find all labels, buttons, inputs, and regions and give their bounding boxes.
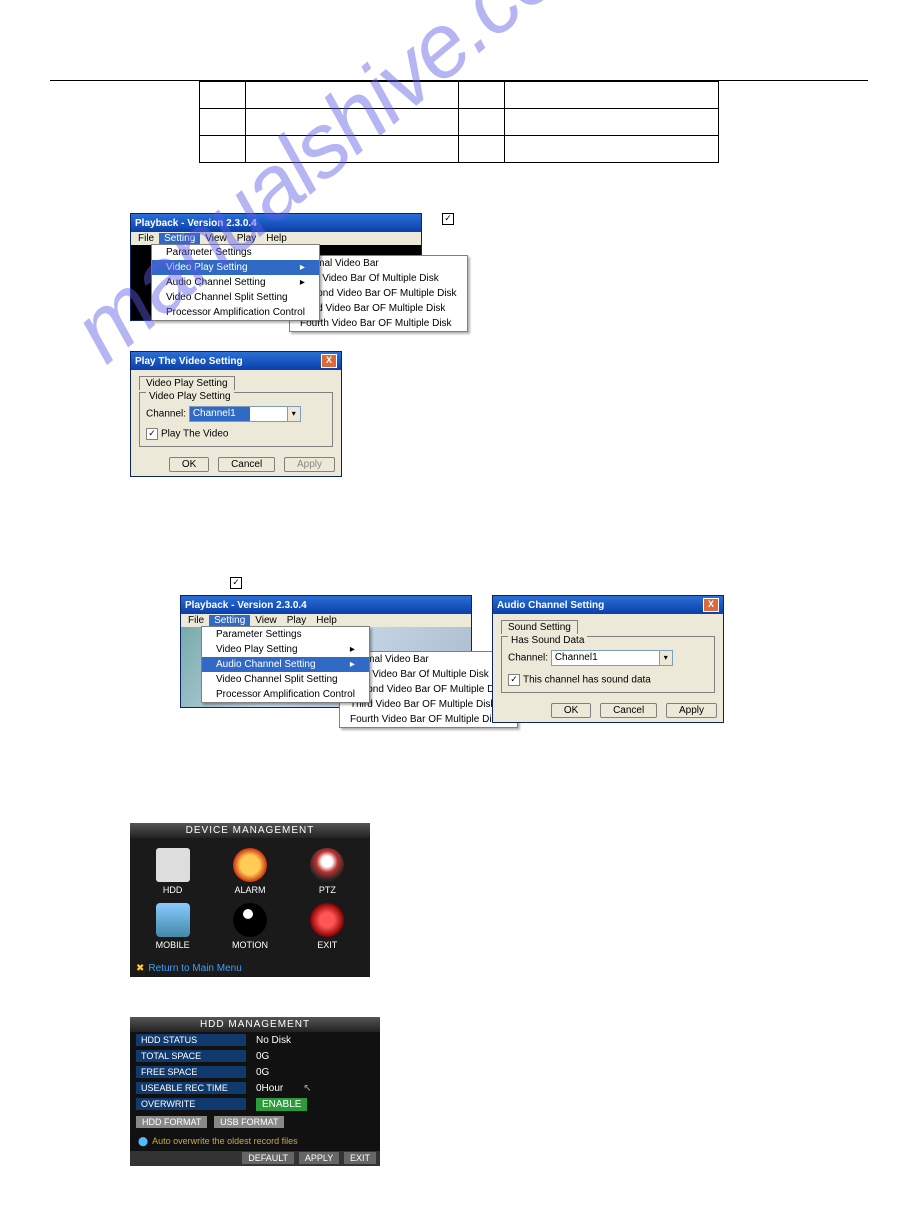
- titlebar-1: Playback - Version 2.3.0.4: [131, 214, 421, 232]
- title-text-1: Playback - Version 2.3.0.4: [135, 218, 257, 229]
- device-title: DEVICE MANAGEMENT: [130, 823, 370, 838]
- dd1-item-2[interactable]: Audio Channel Setting▸: [152, 275, 319, 290]
- apply-button[interactable]: APPLY: [299, 1152, 339, 1164]
- dd2-item-0[interactable]: Parameter Settings: [202, 627, 369, 642]
- device-mobile[interactable]: MOBILE: [138, 903, 208, 950]
- channel-label: Channel:: [146, 409, 186, 420]
- inline-checkbox-2: ✓: [230, 577, 242, 589]
- sm2-4[interactable]: Fourth Video Bar OF Multiple Disk: [340, 712, 517, 727]
- hdd-icon: [156, 848, 190, 882]
- device-exit[interactable]: EXIT: [292, 903, 362, 950]
- audio-ok-button[interactable]: OK: [551, 703, 591, 718]
- audio-cancel-button[interactable]: Cancel: [600, 703, 657, 718]
- motion-icon: [233, 903, 267, 937]
- alarm-icon: [233, 848, 267, 882]
- info-icon: ✖: [136, 963, 144, 974]
- hdd-row-status: HDD STATUS No Disk: [130, 1032, 380, 1048]
- apply-button[interactable]: Apply: [284, 457, 335, 472]
- dd2-item-1[interactable]: Video Play Setting▸: [202, 642, 369, 657]
- playback-window-2: Playback - Version 2.3.0.4 FileSettingVi…: [180, 595, 472, 708]
- hdd-note: ⬤Auto overwrite the oldest record files: [130, 1132, 380, 1151]
- dd1-item-4[interactable]: Processor Amplification Control: [152, 305, 319, 320]
- inline-checkbox-1: ✓: [442, 213, 454, 225]
- hdd-row-overwrite: OVERWRITE ENABLE: [130, 1096, 380, 1112]
- audio-channel-combo[interactable]: Channel1: [551, 650, 673, 666]
- device-footer: ✖Return to Main Menu: [130, 960, 370, 977]
- menu-view[interactable]: View: [200, 233, 232, 244]
- sound-tab[interactable]: Sound Setting: [501, 620, 578, 634]
- hdd-title: HDD MANAGEMENT: [130, 1017, 380, 1032]
- video-setting-dialog: Play The Video Setting X Video Play Sett…: [130, 351, 342, 477]
- playback-window-1: Playback - Version 2.3.0.4 FileSettingVi…: [130, 213, 422, 321]
- menu2-setting[interactable]: Setting: [209, 615, 250, 626]
- default-button[interactable]: DEFAULT: [242, 1152, 294, 1164]
- ptz-icon: [310, 848, 344, 882]
- ok-button[interactable]: OK: [169, 457, 209, 472]
- title-text-2: Playback - Version 2.3.0.4: [185, 600, 307, 611]
- dd1-item-0[interactable]: Parameter Settings: [152, 245, 319, 260]
- menu2-help[interactable]: Help: [311, 615, 342, 626]
- device-alarm[interactable]: ALARM: [215, 848, 285, 895]
- menu-setting[interactable]: Setting: [159, 233, 200, 244]
- has-sound-checkbox[interactable]: ✓This channel has sound data: [508, 674, 708, 686]
- menu2-play[interactable]: Play: [282, 615, 311, 626]
- audio-dialog-title: Audio Channel Setting: [497, 600, 604, 611]
- video-dialog-title: Play The Video Setting: [135, 356, 243, 367]
- menu-play[interactable]: Play: [232, 233, 261, 244]
- audio-dialog-titlebar: Audio Channel Setting X: [493, 596, 723, 614]
- video-dialog-titlebar: Play The Video Setting X: [131, 352, 341, 370]
- mobile-icon: [156, 903, 190, 937]
- setting-dropdown-2[interactable]: Parameter Settings Video Play Setting▸ A…: [201, 626, 370, 703]
- close-icon[interactable]: X: [321, 354, 337, 368]
- audio-channel-label: Channel:: [508, 653, 548, 664]
- audio-group-legend: Has Sound Data: [508, 635, 587, 646]
- dd1-item-3[interactable]: Video Channel Split Setting: [152, 290, 319, 305]
- menu-file[interactable]: File: [133, 233, 159, 244]
- exit-icon: [310, 903, 344, 937]
- device-motion[interactable]: MOTION: [215, 903, 285, 950]
- video-group-legend: Video Play Setting: [146, 391, 234, 402]
- hdd-row-total: TOTAL SPACE 0G: [130, 1048, 380, 1064]
- dd1-item-1[interactable]: Video Play Setting▸: [152, 260, 319, 275]
- device-ptz[interactable]: PTZ: [292, 848, 362, 895]
- device-management-panel: DEVICE MANAGEMENT HDD ALARM PTZ MOBILE: [130, 823, 370, 977]
- hdd-format-button[interactable]: HDD FORMAT: [136, 1116, 207, 1128]
- exit-button[interactable]: EXIT: [344, 1152, 376, 1164]
- channel-combo[interactable]: Channel1: [189, 406, 301, 422]
- usb-format-button[interactable]: USB FORMAT: [214, 1116, 284, 1128]
- hdd-management-panel: HDD MANAGEMENT HDD STATUS No Disk TOTAL …: [130, 1017, 380, 1166]
- hdd-row-rectime: USEABLE REC TIME 0Hour ↖: [130, 1080, 380, 1096]
- dd2-item-2[interactable]: Audio Channel Setting▸: [202, 657, 369, 672]
- cursor-icon: ↖: [303, 1083, 311, 1094]
- play-video-checkbox[interactable]: ✓Play The Video: [146, 428, 326, 440]
- setting-dropdown-1[interactable]: Parameter Settings Video Play Setting▸ A…: [151, 244, 320, 321]
- audio-setting-dialog: Audio Channel Setting X Sound Setting Ha…: [492, 595, 724, 723]
- hdd-bottom-bar: DEFAULT APPLY EXIT: [130, 1151, 380, 1166]
- empty-table: [199, 81, 719, 163]
- hdd-row-free: FREE SPACE 0G: [130, 1064, 380, 1080]
- menu2-file[interactable]: File: [183, 615, 209, 626]
- overwrite-select[interactable]: ENABLE: [256, 1098, 307, 1111]
- cancel-button[interactable]: Cancel: [218, 457, 275, 472]
- dd2-item-4[interactable]: Processor Amplification Control: [202, 687, 369, 702]
- dd2-item-3[interactable]: Video Channel Split Setting: [202, 672, 369, 687]
- audio-apply-button[interactable]: Apply: [666, 703, 717, 718]
- menu2-view[interactable]: View: [250, 615, 282, 626]
- device-hdd[interactable]: HDD: [138, 848, 208, 895]
- titlebar-2: Playback - Version 2.3.0.4: [181, 596, 471, 614]
- close-icon[interactable]: X: [703, 598, 719, 612]
- note-icon: ⬤: [138, 1136, 148, 1146]
- menu-help[interactable]: Help: [261, 233, 292, 244]
- video-tab[interactable]: Video Play Setting: [139, 376, 235, 390]
